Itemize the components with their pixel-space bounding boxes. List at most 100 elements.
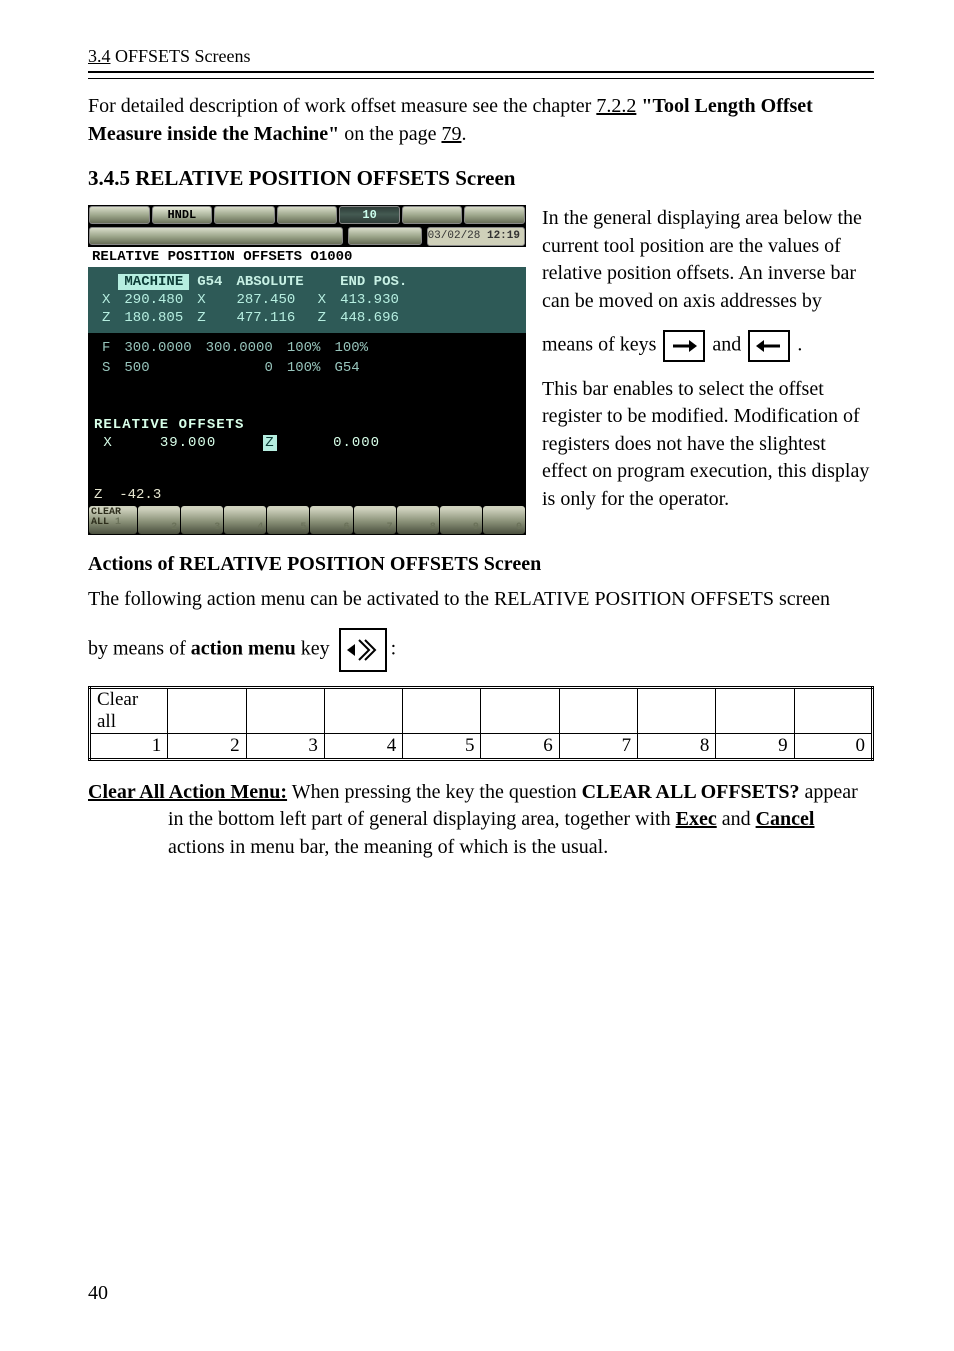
s-v2: 0 [200,359,279,377]
topbar-cell [214,206,275,224]
header-rule [88,71,874,79]
cnc-screenshot: HNDL 10 03/02/28 12:19 RELATIVE POSITION… [88,205,526,535]
cnc-relative-offsets: RELATIVE OFFSETS X 39.000 Z 0.000 [88,383,526,459]
clear-all-paragraph: Clear All Action Menu: When pressing the… [88,779,874,862]
actions-by-bold: action menu [191,637,296,659]
x-absolute: 287.450 [230,292,309,308]
cnc-title-band: RELATIVE POSITION OFFSETS O1000 [88,247,526,267]
s-v1: 500 [118,359,197,377]
page-header: 3.4 OFFSETS Screens [88,46,874,67]
menu-cell: 5 [267,506,309,534]
intro-paragraph: For detailed description of work offset … [88,93,874,148]
topbar-cell [402,206,463,224]
menu-cell: 4 [224,506,266,534]
hdr-endpos: END POS. [334,274,413,290]
menu-cell: 0 [483,506,525,534]
cnc-clockrow: 03/02/28 12:19 [88,226,526,247]
topbar-cell [277,206,338,224]
x-endpos: 413.930 [334,292,413,308]
arrow-right-key-icon [663,330,705,362]
x-machine: 290.480 [118,292,189,308]
s-g54: G54 [328,359,374,377]
menu-num: 8 [700,735,710,757]
menu-num: 5 [465,735,475,757]
s-label: S [96,359,116,377]
f-percent: 100% [281,339,327,357]
topbar-ten: 10 [339,206,400,224]
ca-and: and [717,808,756,830]
section-title-345: 3.4.5 RELATIVE POSITION OFFSETS Screen [88,166,874,191]
ca-body3: actions in menu bar, the meaning of whic… [168,836,608,858]
right-p2: means of keys and . [542,330,874,362]
z-absolute: 477.116 [230,310,309,326]
f-v1: 300.0000 [118,339,197,357]
cnc-topbar: HNDL 10 [88,205,526,226]
cnc-feed-block: F 300.0000 300.0000 100% 100% S 500 0 10… [88,333,526,383]
menu-cell: 9 [440,506,482,534]
header-section-title: OFFSETS Screens [115,46,251,66]
ca-body1: When pressing the key the question [287,781,582,803]
header-section-ref: 3.4 [88,46,111,66]
hdr-absolute: ABSOLUTE [230,274,309,290]
action-menu-table: Clear all 1 2 3 4 5 6 7 8 9 0 [88,686,874,761]
f-label: F [96,339,116,357]
menu-num: 1 [152,735,162,757]
rel-x-val: 39.000 [160,435,216,451]
actions-title: Actions of RELATIVE POSITION OFFSETS Scr… [88,553,874,576]
cnc-menu-bar: CLEARALL 1 2 3 4 5 6 7 8 9 0 [88,505,526,535]
intro-mid: on the page [339,123,441,145]
right-p2b: and [712,333,746,355]
hdr-machine: MACHINE [118,274,189,290]
actions-by: by means of action menu key : [88,628,874,672]
menu-num: 2 [230,735,240,757]
ca-cancel: Cancel [756,808,815,830]
rel-title: RELATIVE OFFSETS [94,417,520,433]
rel-values: X 39.000 Z 0.000 [94,435,520,451]
right-p1: In the general displaying area below the… [542,205,874,315]
menu-cell: 3 [181,506,223,534]
topbar-cell [89,206,150,224]
intro-after: . [461,123,466,145]
menu-clear-all: CLEARALL 1 [89,506,137,534]
s-percent: 100% [281,359,327,377]
hdr-g54: G54 [191,274,228,290]
clock-spacer [89,227,343,245]
f-percent2: 100% [328,339,374,357]
menu-label-clear-all: Clear all [97,689,138,732]
menu-num: 4 [387,735,397,757]
menu-num: 7 [622,735,632,757]
cnc-pos-table: MACHINE G54 ABSOLUTE END POS. X290.480 X… [88,270,421,330]
actions-by-c: key [296,637,335,659]
topbar-hndl: HNDL [152,206,213,224]
menu-num: 3 [308,735,318,757]
cnc-rapid: Z -42.3 [94,487,161,503]
intro-text: For detailed description of work offset … [88,95,596,117]
clear-all-title: Clear All Action Menu: [88,781,287,803]
right-p3: This bar enables to select the offset re… [542,376,874,514]
right-p2a: means of keys [542,333,661,355]
cnc-datetime: 03/02/28 12:19 [427,227,525,246]
menu-cell: 6 [310,506,352,534]
actions-intro: The following action menu can be activat… [88,586,874,614]
rel-z-label-highlighted: Z [263,435,276,451]
rel-z-val: 0.000 [333,435,380,451]
page-link[interactable]: 79 [441,123,461,145]
topbar-cell [464,206,525,224]
right-p2c: . [797,333,802,355]
f-v2: 300.0000 [200,339,279,357]
clock-spacer [348,227,422,245]
z-endpos: 448.696 [334,310,413,326]
menu-cell: 2 [138,506,180,534]
ca-question: CLEAR ALL OFFSETS? [582,781,800,803]
menu-num: 9 [778,735,788,757]
chapter-link[interactable]: 7.2.2 [596,95,636,117]
menu-num: 6 [543,735,553,757]
actions-by-a: by means of [88,637,191,659]
arrow-left-key-icon [748,330,790,362]
z-machine: 180.805 [118,310,189,326]
ca-exec: Exec [676,808,717,830]
menu-num: 0 [856,735,866,757]
cnc-position-block: MACHINE G54 ABSOLUTE END POS. X290.480 X… [88,267,526,333]
right-column-text: In the general displaying area below the… [542,205,874,527]
menu-cell: 8 [397,506,439,534]
